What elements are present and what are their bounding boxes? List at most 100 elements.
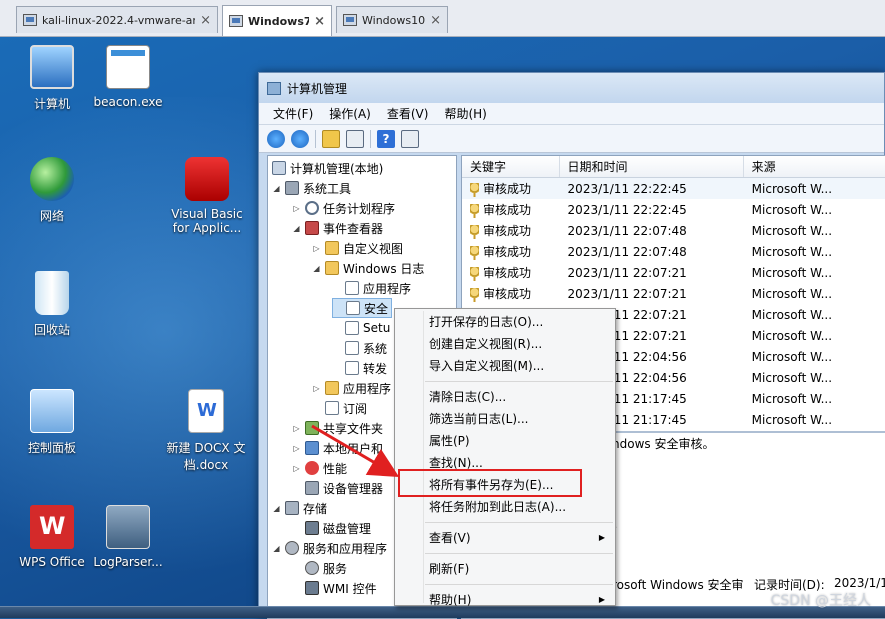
expand-arrow-icon[interactable]: ▷: [292, 424, 301, 433]
context-menu-item[interactable]: 打开保存的日志(O)...: [395, 311, 615, 333]
vm-tab-kali[interactable]: kali-linux-2022.4-vmware-am... ×: [16, 6, 218, 33]
desktop-icon-wps[interactable]: WPS Office: [14, 505, 90, 569]
table-row[interactable]: 审核成功 2023/1/11 22:07:21 Microsoft W...: [462, 283, 885, 304]
context-menu-item[interactable]: 清除日志(C)...: [395, 386, 615, 408]
vm-tab-label: Windows10: [362, 13, 426, 27]
key-icon: [470, 287, 479, 302]
menu-item-label: 将任务附加到此日志(A)...: [429, 500, 567, 514]
storage-icon: [285, 501, 299, 515]
column-header-source[interactable]: 来源: [744, 156, 885, 177]
desktop-icon-recycle-bin[interactable]: 回收站: [14, 271, 90, 338]
desktop-icon-network[interactable]: 网络: [14, 157, 90, 224]
vm-tab-bar: kali-linux-2022.4-vmware-am... × Windows…: [0, 0, 885, 37]
context-menu-item[interactable]: 属性(P): [395, 430, 615, 452]
show-action-pane-icon[interactable]: [401, 129, 419, 148]
close-icon[interactable]: ×: [430, 13, 441, 28]
tree-shared-folders[interactable]: ▷ 共享文件夹: [292, 418, 383, 438]
desktop-icon-vba[interactable]: Visual Basic for Applic...: [166, 157, 248, 235]
help-icon[interactable]: ?: [377, 129, 395, 148]
folder-icon: [325, 381, 339, 395]
key-icon: [470, 245, 479, 260]
cell-keyword: 审核成功: [462, 180, 560, 197]
collapse-arrow-icon[interactable]: ◢: [272, 544, 281, 553]
expand-arrow-icon[interactable]: ▷: [292, 444, 301, 453]
menu-file[interactable]: 文件(F): [273, 105, 313, 122]
cell-keyword: 审核成功: [462, 264, 560, 281]
collapse-arrow-icon[interactable]: ◢: [272, 184, 281, 193]
context-menu-item[interactable]: 创建自定义视图(R)...: [395, 333, 615, 355]
table-row[interactable]: 审核成功 2023/1/11 22:07:48 Microsoft W...: [462, 241, 885, 262]
cell-source: Microsoft W...: [751, 370, 833, 385]
tree-subscriptions[interactable]: 订阅: [312, 398, 367, 418]
table-row[interactable]: 审核成功 2023/1/11 22:07:21 Microsoft W...: [462, 262, 885, 283]
close-icon[interactable]: ×: [200, 13, 211, 28]
table-row[interactable]: 审核成功 2023/1/11 22:22:45 Microsoft W...: [462, 199, 885, 220]
tree-local-users[interactable]: ▷ 本地用户和: [292, 438, 383, 458]
tree-services-apps[interactable]: ◢ 服务和应用程序: [272, 538, 387, 558]
context-menu-item[interactable]: 帮助(H) ▶: [395, 589, 615, 611]
table-row[interactable]: 审核成功 2023/1/11 22:07:48 Microsoft W...: [462, 220, 885, 241]
close-icon[interactable]: ×: [314, 14, 325, 29]
menu-item-label: 查找(N)...: [429, 456, 483, 470]
context-menu-item[interactable]: 导入自定义视图(M)...: [395, 355, 615, 377]
collapse-arrow-icon[interactable]: ◢: [272, 504, 281, 513]
context-menu-item[interactable]: 将任务附加到此日志(A)...: [395, 496, 615, 518]
tree-label: 应用程序: [343, 381, 392, 396]
key-icon: [470, 203, 479, 218]
desktop-icon-label: 控制面板: [27, 441, 76, 455]
tree-event-viewer[interactable]: ◢ 事件查看器: [292, 218, 383, 238]
vm-tab-label: kali-linux-2022.4-vmware-am...: [42, 13, 195, 27]
tree-performance[interactable]: ▷ 性能: [292, 458, 347, 478]
desktop-icon-control-panel[interactable]: 控制面板: [14, 389, 90, 456]
column-header-keyword[interactable]: 关键字: [462, 156, 560, 177]
computer-icon: [30, 45, 74, 89]
expand-arrow-icon[interactable]: ▷: [312, 244, 321, 253]
show-hide-tree-icon[interactable]: [346, 129, 364, 148]
window-titlebar[interactable]: 计算机管理: [259, 73, 884, 103]
menu-action[interactable]: 操作(A): [329, 105, 371, 122]
expand-arrow-icon[interactable]: ▷: [312, 384, 321, 393]
desktop-icon-logparser[interactable]: LogParser...: [90, 505, 166, 569]
vm-icon: [23, 14, 37, 26]
context-menu-item[interactable]: 查看(V) ▶: [395, 527, 615, 549]
column-header-datetime[interactable]: 日期和时间: [560, 156, 744, 177]
tree-device-manager[interactable]: 设备管理器: [292, 478, 383, 498]
desktop-icon-beacon[interactable]: beacon.exe: [90, 45, 166, 109]
tree-label: 转发: [363, 361, 388, 376]
collapse-arrow-icon[interactable]: ◢: [292, 224, 301, 233]
network-globe-icon: [30, 157, 74, 201]
vm-tab-windows10[interactable]: Windows10 ×: [336, 6, 448, 33]
tree-log-security[interactable]: 安全: [332, 298, 393, 318]
desktop-icon-docx[interactable]: 新建 DOCX 文档.docx: [166, 389, 246, 473]
tree-log-setup[interactable]: Setu: [332, 318, 390, 338]
table-row[interactable]: 审核成功 2023/1/11 22:22:45 Microsoft W...: [462, 178, 885, 199]
tree-wmi[interactable]: WMI 控件: [292, 578, 377, 598]
context-menu-item[interactable]: 刷新(F): [395, 558, 615, 580]
context-menu-item[interactable]: 筛选当前日志(L)...: [395, 408, 615, 430]
tree-task-scheduler[interactable]: ▷ 任务计划程序: [292, 198, 395, 218]
tree-log-forwarded[interactable]: 转发: [332, 358, 387, 378]
tree-log-application[interactable]: 应用程序: [332, 278, 411, 298]
tree-disk-management[interactable]: 磁盘管理: [292, 518, 371, 538]
menu-view[interactable]: 查看(V): [387, 105, 429, 122]
log-icon: [346, 301, 360, 315]
menu-help[interactable]: 帮助(H): [444, 105, 486, 122]
expand-arrow-icon[interactable]: ▷: [292, 204, 301, 213]
tree-custom-views[interactable]: ▷ 自定义视图: [312, 238, 403, 258]
tree-system-tools[interactable]: ◢ 系统工具: [272, 178, 351, 198]
cell-datetime: 2023/1/11 22:07:48: [567, 244, 687, 259]
tree-services[interactable]: 服务: [292, 558, 347, 578]
tree-windows-logs[interactable]: ◢ Windows 日志: [312, 258, 424, 278]
up-folder-icon[interactable]: [322, 129, 340, 148]
tree-storage[interactable]: ◢ 存储: [272, 498, 327, 518]
expand-arrow-icon[interactable]: ▷: [292, 464, 301, 473]
tree-root[interactable]: 计算机管理(本地): [272, 158, 383, 178]
desktop-icon-computer[interactable]: 计算机: [14, 45, 90, 112]
services-apps-icon: [285, 541, 299, 555]
tree-apps-services-logs[interactable]: ▷ 应用程序: [312, 378, 391, 398]
back-arrow-icon[interactable]: [267, 129, 285, 148]
vm-tab-windows7[interactable]: Windows7 ×: [222, 5, 332, 36]
tree-log-system[interactable]: 系统: [332, 338, 387, 358]
collapse-arrow-icon[interactable]: ◢: [312, 264, 321, 273]
forward-arrow-icon[interactable]: [291, 129, 309, 148]
